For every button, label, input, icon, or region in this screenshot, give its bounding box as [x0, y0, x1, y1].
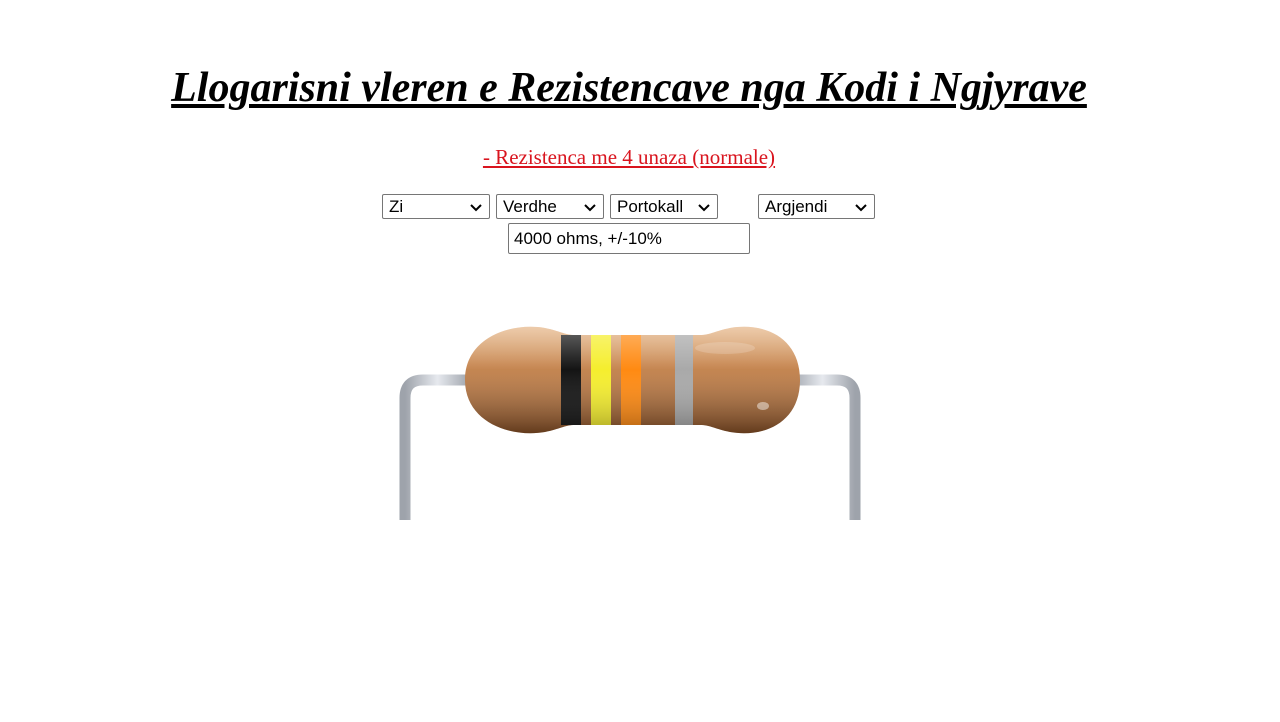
- result-field[interactable]: [508, 223, 750, 254]
- page-title: Llogarisni vleren e Rezistencave nga Kod…: [171, 65, 1087, 111]
- chevron-down-icon: [855, 203, 867, 211]
- multiplier-select-value: Portokall: [617, 196, 684, 216]
- resistor-illustration: [399, 326, 861, 520]
- chevron-down-icon: [470, 203, 482, 211]
- chevron-down-icon: [698, 203, 710, 211]
- right-lead: [790, 374, 861, 520]
- chevron-down-icon: [584, 203, 596, 211]
- four-band-resistor-link[interactable]: - Rezistenca me 4 unaza (normale): [0, 144, 1258, 170]
- band1-select[interactable]: Zi: [382, 194, 490, 219]
- multiplier-select[interactable]: Portokall: [610, 194, 718, 219]
- band2-select-value: Verdhe: [503, 196, 557, 216]
- band2-select[interactable]: Verdhe: [496, 194, 604, 219]
- tolerance-select[interactable]: Argjendi: [758, 194, 875, 219]
- left-lead: [399, 374, 470, 520]
- band1-select-value: Zi: [389, 196, 404, 216]
- tolerance-select-value: Argjendi: [765, 196, 828, 216]
